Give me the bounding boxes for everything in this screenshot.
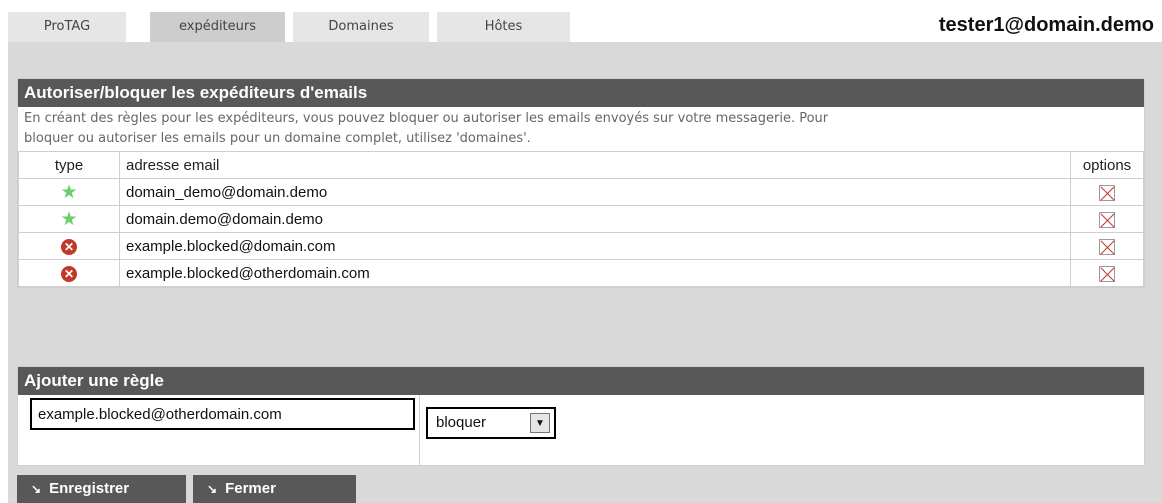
column-header-email: adresse email <box>119 151 1071 179</box>
panel-title: Autoriser/bloquer les expéditeurs d'emai… <box>18 79 1144 107</box>
tab-protag[interactable]: ProTAG <box>8 12 126 42</box>
options-cell <box>1070 259 1144 287</box>
star-icon: ★ <box>60 208 78 230</box>
column-header-options: options <box>1070 151 1144 179</box>
options-cell <box>1070 205 1144 233</box>
save-button[interactable]: ↘ Enregistrer <box>17 475 186 503</box>
rules-table: type adresse email options ★ domain_demo… <box>18 151 1144 287</box>
blocked-icon: ✕ <box>61 238 77 255</box>
save-button-label: Enregistrer <box>49 480 130 497</box>
delete-icon[interactable] <box>1099 238 1115 255</box>
type-cell: ✕ <box>18 232 120 260</box>
star-icon: ★ <box>60 181 78 203</box>
email-cell: example.blocked@domain.com <box>119 232 1071 260</box>
table-header-row: type adresse email options <box>18 151 1144 179</box>
delete-icon[interactable] <box>1099 265 1115 282</box>
type-cell: ✕ <box>18 259 120 287</box>
email-cell: domain_demo@domain.demo <box>119 178 1071 206</box>
action-select-value: bloquer <box>436 414 487 431</box>
description-line: bloquer ou autoriser les emails pour un … <box>24 131 531 146</box>
delete-icon[interactable] <box>1099 211 1115 228</box>
table-row: ✕ example.blocked@domain.com <box>18 232 1144 260</box>
arrow-icon: ↘ <box>31 482 42 496</box>
delete-icon[interactable] <box>1099 184 1115 201</box>
divider <box>419 395 420 465</box>
panel-title: Ajouter une règle <box>18 367 1144 395</box>
chevron-down-icon[interactable]: ▼ <box>530 413 550 433</box>
action-select[interactable]: bloquer ▼ <box>426 407 556 439</box>
type-cell: ★ <box>18 178 120 206</box>
table-row: ★ domain.demo@domain.demo <box>18 205 1144 233</box>
tab-expediteurs[interactable]: expéditeurs <box>150 12 285 42</box>
options-cell <box>1070 178 1144 206</box>
user-email: tester1@domain.demo <box>938 14 1154 36</box>
column-header-type: type <box>18 151 120 179</box>
sender-rules-panel: Autoriser/bloquer les expéditeurs d'emai… <box>17 78 1145 288</box>
arrow-icon: ↘ <box>207 482 218 496</box>
add-rule-panel: Ajouter une règle bloquer ▼ <box>17 366 1145 466</box>
email-cell: domain.demo@domain.demo <box>119 205 1071 233</box>
email-input[interactable] <box>30 398 415 430</box>
top-bar: ProTAG expéditeurs Domaines Hôtes tester… <box>0 0 1162 42</box>
blocked-icon: ✕ <box>61 265 77 282</box>
table-row: ✕ example.blocked@otherdomain.com <box>18 259 1144 287</box>
email-cell: example.blocked@otherdomain.com <box>119 259 1071 287</box>
options-cell <box>1070 232 1144 260</box>
tab-domaines[interactable]: Domaines <box>293 12 429 42</box>
panel-description: En créant des règles pour les expéditeur… <box>18 107 1144 151</box>
tab-hotes[interactable]: Hôtes <box>437 12 570 42</box>
close-button-label: Fermer <box>225 480 276 497</box>
table-row: ★ domain_demo@domain.demo <box>18 178 1144 206</box>
type-cell: ★ <box>18 205 120 233</box>
close-button[interactable]: ↘ Fermer <box>193 475 356 503</box>
description-line: En créant des règles pour les expéditeur… <box>24 111 829 126</box>
add-rule-form: bloquer ▼ <box>18 395 1144 465</box>
